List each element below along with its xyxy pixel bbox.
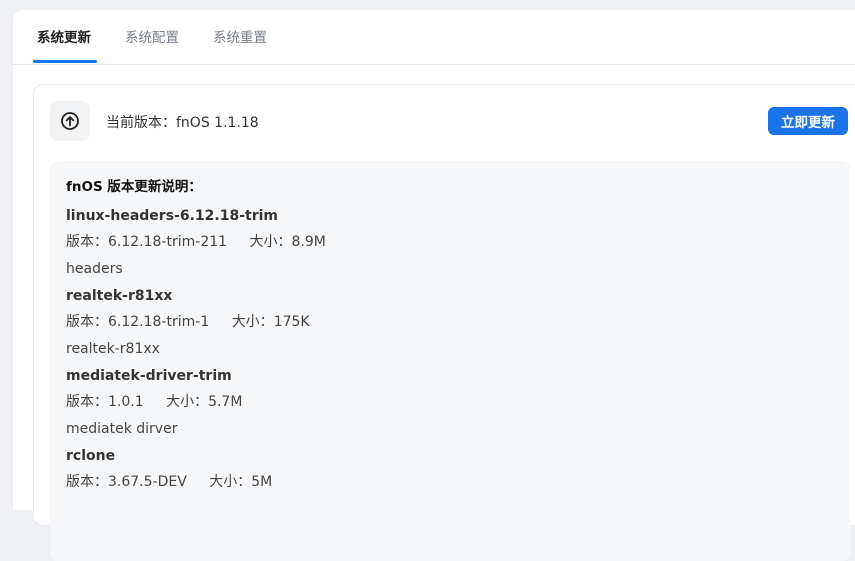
size-label: 大小：: [209, 474, 252, 490]
package-description: mediatek dirver: [66, 421, 178, 437]
package-version: 6.12.18-trim-211: [108, 234, 228, 250]
release-notes-content: fnOS 版本更新说明： linux-headers-6.12.18-trim …: [66, 177, 826, 496]
package-item: rclone 版本：3.67.5-DEV 大小：5M: [66, 443, 826, 496]
package-name: rclone: [66, 448, 116, 464]
package-name: linux-headers-6.12.18-trim: [66, 208, 278, 224]
package-meta: 版本：6.12.18-trim-1 大小：175K: [66, 309, 826, 336]
arrow-up-circle-icon: [61, 112, 79, 130]
package-item: mediatek-driver-trim 版本：1.0.1 大小：5.7M me…: [66, 363, 826, 443]
package-size: 175K: [273, 314, 310, 330]
size-label: 大小：: [231, 314, 274, 330]
tab-system-reset[interactable]: 系统重置: [213, 29, 267, 47]
tab-system-config[interactable]: 系统配置: [125, 29, 179, 47]
size-label: 大小：: [249, 234, 292, 250]
current-version: 当前版本：fnOS 1.1.18: [106, 114, 259, 132]
package-meta: 版本：1.0.1 大小：5.7M: [66, 389, 826, 416]
package-size: 5M: [251, 474, 273, 490]
package-description: headers: [66, 261, 123, 277]
package-version: 1.0.1: [108, 394, 144, 410]
settings-panel: 系统更新 系统配置 系统重置 当前版本：fnOS 1.1.18 立即更新 fnO…: [13, 10, 855, 561]
package-item: linux-headers-6.12.18-trim 版本：6.12.18-tr…: [66, 203, 826, 283]
update-card: 当前版本：fnOS 1.1.18 立即更新 fnOS 版本更新说明： linux…: [33, 84, 855, 561]
package-meta: 版本：3.67.5-DEV 大小：5M: [66, 469, 826, 496]
tab-bar: 系统更新 系统配置 系统重置: [13, 10, 855, 65]
package-version: 3.67.5-DEV: [108, 474, 187, 490]
current-version-value: fnOS 1.1.18: [176, 115, 259, 131]
current-version-label: 当前版本：: [106, 115, 176, 131]
package-version: 6.12.18-trim-1: [108, 314, 210, 330]
package-meta: 版本：6.12.18-trim-211 大小：8.9M: [66, 229, 826, 256]
package-size: 5.7M: [208, 394, 243, 410]
version-label: 版本：: [66, 474, 108, 490]
update-now-button[interactable]: 立即更新: [768, 107, 848, 135]
update-icon-container: [50, 101, 90, 141]
release-notes: fnOS 版本更新说明： linux-headers-6.12.18-trim …: [50, 161, 850, 561]
package-description: realtek-r81xx: [66, 341, 160, 357]
active-tab-indicator: [33, 60, 97, 63]
package-item: realtek-r81xx 版本：6.12.18-trim-1 大小：175K …: [66, 283, 826, 363]
version-label: 版本：: [66, 314, 108, 330]
version-label: 版本：: [66, 234, 108, 250]
version-label: 版本：: [66, 394, 108, 410]
size-label: 大小：: [166, 394, 209, 410]
tab-system-update[interactable]: 系统更新: [37, 29, 91, 47]
package-size: 8.9M: [291, 234, 326, 250]
package-name: mediatek-driver-trim: [66, 368, 232, 384]
release-notes-title: fnOS 版本更新说明：: [66, 179, 202, 195]
package-name: realtek-r81xx: [66, 288, 173, 304]
